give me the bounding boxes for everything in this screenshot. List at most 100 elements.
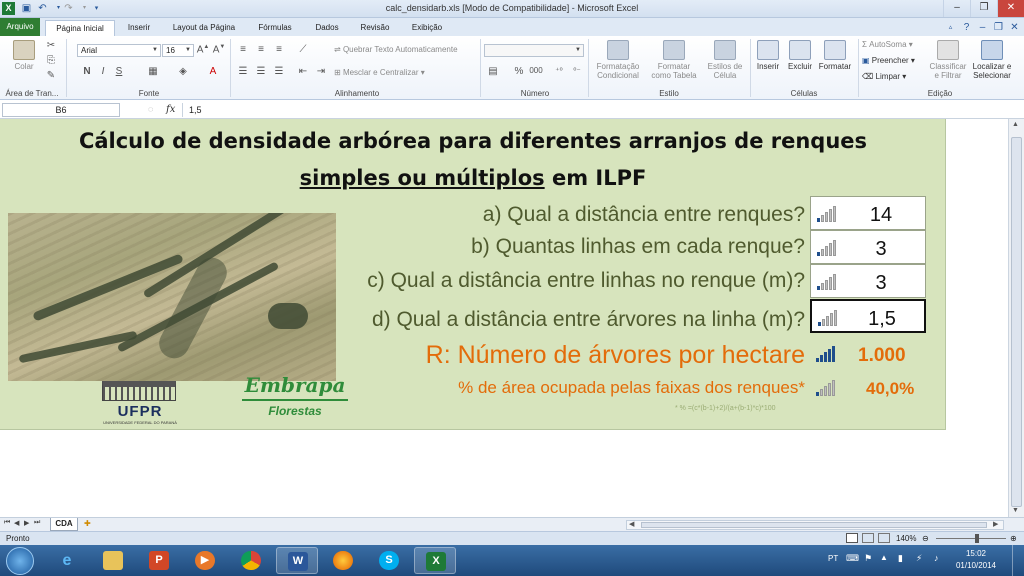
tab-arquivo[interactable]: Arquivo (0, 18, 40, 36)
align-middle-icon[interactable]: ≡ (254, 44, 268, 55)
taskbar-excel[interactable]: X (414, 547, 456, 574)
tab-inserir[interactable]: Inserir (120, 20, 158, 36)
autosum-button[interactable]: Σ AutoSoma ▾ (862, 40, 913, 49)
scroll-left-icon[interactable]: ◀ (629, 520, 634, 528)
minimize-button[interactable]: – (943, 0, 970, 17)
workbook-minimize-icon[interactable]: – (976, 21, 989, 34)
cell-styles-button[interactable]: Estilos de Célula (702, 40, 748, 80)
merge-center-button[interactable]: ⊞ Mesclar e Centralizar ▾ (334, 68, 425, 77)
align-left-icon[interactable]: ☰ (236, 66, 250, 77)
copy-icon[interactable]: ⎘ (44, 55, 58, 66)
normal-view-icon[interactable] (846, 533, 858, 543)
font-name-select[interactable]: Arial ▼ (77, 44, 161, 57)
name-box[interactable]: B6 (2, 103, 120, 117)
find-select-button[interactable]: Localizar e Selecionar (970, 40, 1014, 80)
tab-formulas[interactable]: Fórmulas (250, 20, 300, 36)
number-format-select[interactable]: ▼ (484, 44, 584, 57)
taskbar-chrome[interactable] (230, 547, 272, 574)
vertical-scrollbar[interactable]: ▲ ▼ (1008, 119, 1024, 517)
align-top-icon[interactable]: ≡ (236, 44, 250, 55)
input-cell-b[interactable]: 3 (810, 230, 926, 264)
tab-exibicao[interactable]: Exibição (404, 20, 450, 36)
scroll-down-icon[interactable]: ▼ (1012, 507, 1019, 514)
keyboard-icon[interactable]: ⌨ (846, 553, 859, 564)
clear-button[interactable]: ⌫ Limpar ▾ (862, 72, 906, 81)
horizontal-scroll-thumb[interactable] (641, 522, 987, 528)
taskbar-firefox[interactable] (322, 547, 364, 574)
zoom-out-icon[interactable]: ⊖ (922, 532, 929, 545)
borders-icon[interactable]: ▦ (146, 66, 160, 77)
taskbar-ie[interactable]: e (46, 547, 88, 574)
page-break-view-icon[interactable] (878, 533, 890, 543)
align-center-icon[interactable]: ☰ (254, 66, 268, 77)
paste-button[interactable]: Colar (6, 40, 42, 71)
input-cell-d-selected[interactable]: 1,5 (810, 299, 926, 333)
sheet-tab-cda[interactable]: CDA (50, 518, 78, 531)
percent-button[interactable]: % (512, 66, 526, 77)
volume-icon[interactable]: ♪ (934, 553, 939, 563)
scroll-up-icon[interactable]: ▲ (1012, 121, 1019, 128)
minimize-ribbon-icon[interactable]: ▵ (944, 21, 957, 34)
conditional-formatting-button[interactable]: Formatação Condicional (592, 40, 644, 80)
vertical-scroll-thumb[interactable] (1011, 137, 1022, 507)
taskbar-powerpoint[interactable]: P (138, 547, 180, 574)
tab-dados[interactable]: Dados (308, 20, 346, 36)
format-painter-icon[interactable]: ✎ (44, 70, 58, 81)
first-sheet-icon[interactable]: ⏮ (4, 519, 10, 527)
insert-function-button[interactable]: fx (166, 104, 175, 115)
power-icon[interactable]: ⚡ (916, 553, 922, 564)
formula-input[interactable]: 1,5 (182, 103, 1012, 117)
font-color-icon[interactable]: A (206, 66, 220, 77)
zoom-in-icon[interactable]: ⊕ (1010, 532, 1017, 545)
zoom-slider-thumb[interactable] (975, 534, 979, 543)
orientation-icon[interactable]: ⟋ (296, 44, 310, 55)
decrease-decimal-icon[interactable]: ⁰⁻ (570, 66, 584, 75)
cut-icon[interactable]: ✂ (44, 40, 58, 51)
start-button[interactable] (6, 547, 34, 575)
format-cells-button[interactable]: Formatar (816, 40, 854, 71)
result-value[interactable]: 1.000 (858, 345, 906, 367)
network-icon[interactable]: ▮ (898, 553, 903, 564)
tab-pagina-inicial[interactable]: Página Inicial (45, 20, 115, 36)
tab-revisao[interactable]: Revisão (354, 20, 396, 36)
area-value[interactable]: 40,0% (866, 379, 914, 399)
fill-color-icon[interactable]: ◈ (176, 66, 190, 77)
workbook-close-icon[interactable]: ✕ (1008, 21, 1021, 34)
zoom-slider[interactable] (936, 538, 1006, 539)
zoom-level[interactable]: 140% (896, 532, 916, 545)
help-icon[interactable]: ? (960, 21, 973, 34)
page-layout-view-icon[interactable] (862, 533, 874, 543)
taskbar-media[interactable]: ▶ (184, 547, 226, 574)
currency-icon[interactable]: ▤ (486, 66, 500, 77)
next-sheet-icon[interactable]: ▶ (24, 519, 29, 527)
fill-button[interactable]: ▣ Preencher ▾ (862, 56, 915, 65)
format-as-table-button[interactable]: Formatar como Tabela (648, 40, 700, 80)
align-right-icon[interactable]: ☰ (272, 66, 286, 77)
restore-button[interactable]: ❐ (970, 0, 997, 17)
tab-layout-da-pagina[interactable]: Layout da Página (166, 20, 242, 36)
insert-cells-button[interactable]: Inserir (752, 40, 784, 71)
horizontal-scrollbar[interactable]: ◀ ▶ (626, 520, 1004, 530)
prev-sheet-icon[interactable]: ◀ (14, 519, 19, 527)
font-size-select[interactable]: 16 ▼ (162, 44, 194, 57)
decrease-indent-icon[interactable]: ⇤ (296, 66, 310, 77)
language-indicator[interactable]: PT (828, 554, 838, 563)
show-hidden-icons[interactable]: ▲ (880, 553, 888, 562)
show-desktop-button[interactable] (1012, 545, 1024, 576)
taskbar-explorer[interactable] (92, 547, 134, 574)
thousands-button[interactable]: 000 (528, 66, 544, 75)
underline-button[interactable]: S (112, 66, 126, 77)
new-sheet-icon[interactable]: ✚ (84, 519, 91, 528)
increase-decimal-icon[interactable]: ⁺⁰ (552, 66, 566, 75)
input-cell-a[interactable]: 14 (810, 196, 926, 230)
increase-font-icon[interactable]: A▲ (196, 44, 210, 55)
sort-filter-button[interactable]: Classificar e Filtrar (926, 40, 970, 80)
input-cell-c[interactable]: 3 (810, 264, 926, 298)
scroll-right-icon[interactable]: ▶ (993, 520, 998, 528)
formula-bar-expand-icon[interactable]: ◌ (148, 104, 153, 114)
taskbar-skype[interactable]: S (368, 547, 410, 574)
taskbar-clock[interactable]: 15:02 01/10/2014 (956, 548, 996, 572)
bold-button[interactable]: N (80, 66, 94, 77)
worksheet[interactable]: Cálculo de densidade arbórea para difere… (0, 119, 1008, 517)
flag-icon[interactable]: ⚑ (864, 553, 872, 564)
